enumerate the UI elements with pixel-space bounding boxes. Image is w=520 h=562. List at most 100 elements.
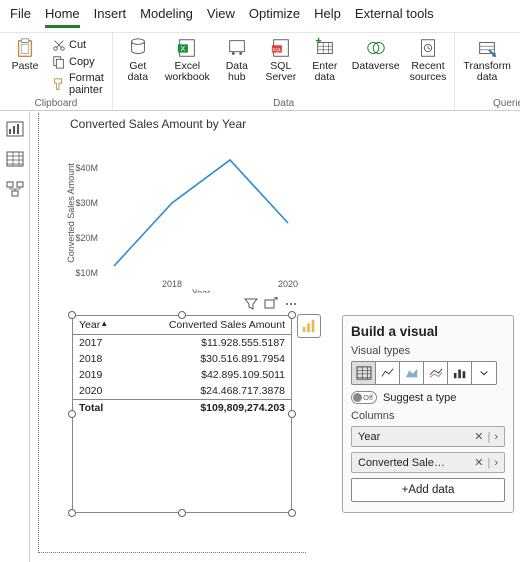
copy-icon [52,55,66,69]
data-table: Year▲ Converted Sales Amount 2017$11.928… [73,316,291,416]
menu-view[interactable]: View [207,6,235,28]
chart-svg: Converted Sales Amount $10M $20M $30M $4… [64,133,304,293]
visual-type-bar[interactable] [448,362,472,384]
suggest-type-toggle[interactable]: Off [351,391,377,404]
excel-workbook-button[interactable]: X Excel workbook [163,35,212,98]
data-view-button[interactable] [6,151,24,167]
group-label-queries: Queries [461,98,520,109]
remove-field-icon[interactable]: ✕ [474,430,483,443]
visual-type-line[interactable] [376,362,400,384]
recent-icon [417,37,439,59]
transform-icon [476,37,498,59]
resize-handle[interactable] [178,509,186,517]
suggest-type-label: Suggest a type [383,392,456,404]
pane-title: Build a visual [351,324,505,339]
table-row[interactable]: 2017$11.928.555.5187 [73,335,291,352]
copy-button[interactable]: Copy [50,54,106,70]
svg-text:2018: 2018 [162,279,182,289]
visual-type-more[interactable] [472,362,496,384]
enter-data-button[interactable]: Enter data [306,35,344,98]
sql-server-button[interactable]: SQL SQL Server [262,35,300,98]
more-options-icon[interactable] [284,297,298,311]
resize-handle[interactable] [288,509,296,517]
excel-icon: X [176,37,198,59]
svg-text:Converted Sales Amount: Converted Sales Amount [66,163,76,263]
on-object-format-button[interactable] [297,314,321,338]
ribbon-group-data: Get data X Excel workbook Data hub SQL S… [113,33,456,110]
resize-handle[interactable] [68,509,76,517]
focus-mode-icon[interactable] [264,297,278,311]
resize-handle[interactable] [288,410,296,418]
resize-handle[interactable] [68,311,76,319]
field-menu-icon[interactable]: › [494,431,498,443]
svg-text:$20M: $20M [75,233,98,243]
menu-home[interactable]: Home [45,6,80,28]
view-rail [0,111,30,562]
columns-label: Columns [351,410,505,422]
chart-title: Converted Sales Amount by Year [64,117,304,131]
ribbon: Paste Cut Copy Format painter Clipboard [0,33,520,111]
col-amount[interactable]: Converted Sales Amount [126,316,291,335]
svg-text:X: X [181,44,186,53]
svg-text:SQL: SQL [272,47,282,52]
sql-icon: SQL [270,37,292,59]
enter-data-icon [314,37,336,59]
menu-external-tools[interactable]: External tools [355,6,434,28]
cut-button[interactable]: Cut [50,37,106,53]
transform-data-button[interactable]: Transform data [461,35,512,98]
report-canvas[interactable]: Converted Sales Amount by Year Converted… [30,111,520,562]
clipboard-icon [14,37,36,59]
menu-modeling[interactable]: Modeling [140,6,193,28]
line-chart-visual[interactable]: Converted Sales Amount by Year Converted… [64,117,304,295]
paste-label: Paste [12,61,39,72]
recent-sources-button[interactable]: Recent sources [408,35,449,98]
format-painter-button[interactable]: Format painter [50,71,106,97]
group-label-clipboard: Clipboard [6,98,106,109]
visual-type-area[interactable] [400,362,424,384]
group-label-data: Data [119,98,449,109]
filter-icon[interactable] [244,297,258,311]
svg-text:2020: 2020 [278,279,298,289]
remove-field-icon[interactable]: ✕ [474,456,483,469]
database-icon [127,37,149,59]
ribbon-group-queries: Transform data Refresh Queries [455,33,520,110]
menu-optimize[interactable]: Optimize [249,6,300,28]
data-hub-icon [226,37,248,59]
table-row[interactable]: 2018$30.516.891.7954 [73,351,291,367]
menu-file[interactable]: File [10,6,31,28]
ribbon-group-clipboard: Paste Cut Copy Format painter Clipboard [0,33,113,110]
col-year[interactable]: Year▲ [73,316,126,335]
visual-type-combo[interactable] [424,362,448,384]
resize-handle[interactable] [178,311,186,319]
field-year[interactable]: Year ✕ | › [351,426,505,447]
build-visual-pane: Build a visual Visual types Off Suggest … [342,315,514,513]
paste-button[interactable]: Paste [6,35,44,98]
field-converted-sales[interactable]: Converted Sale… ✕ | › [351,452,505,473]
data-hub-button[interactable]: Data hub [218,35,256,98]
menu-bar: File Home Insert Modeling View Optimize … [0,0,520,33]
svg-text:Year: Year [192,288,210,293]
model-view-button[interactable] [6,181,24,197]
report-view-button[interactable] [6,121,24,137]
table-row[interactable]: 2020$24.468.717.3878 [73,383,291,400]
menu-help[interactable]: Help [314,6,341,28]
resize-handle[interactable] [288,311,296,319]
resize-handle[interactable] [68,410,76,418]
dataverse-button[interactable]: Dataverse [350,35,402,98]
dataverse-icon [365,37,387,59]
table-visual[interactable]: Year▲ Converted Sales Amount 2017$11.928… [72,315,292,513]
visual-types-label: Visual types [351,345,505,357]
add-data-button[interactable]: +Add data [351,478,505,502]
svg-text:$40M: $40M [75,163,98,173]
scissors-icon [52,38,66,52]
brush-icon [52,77,66,91]
field-menu-icon[interactable]: › [494,457,498,469]
svg-text:$10M: $10M [75,268,98,278]
table-row[interactable]: 2019$42.895.109.5011 [73,367,291,383]
get-data-button[interactable]: Get data [119,35,157,98]
svg-text:$30M: $30M [75,198,98,208]
table-total-row: Total$109,809,274.203 [73,400,291,417]
sort-asc-icon: ▲ [100,319,108,328]
visual-type-table[interactable] [352,362,376,384]
menu-insert[interactable]: Insert [94,6,127,28]
